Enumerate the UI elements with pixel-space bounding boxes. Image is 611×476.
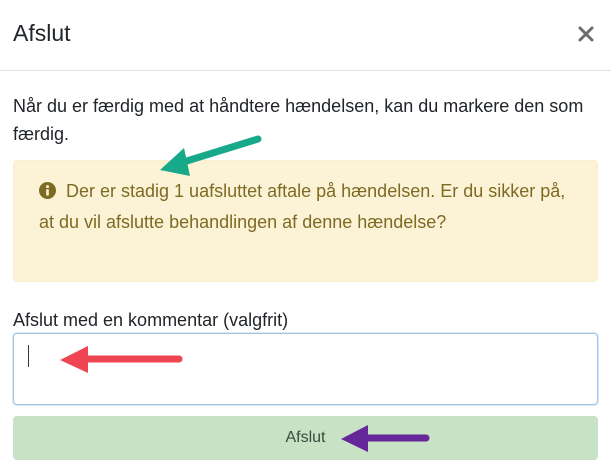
info-circle-icon <box>39 179 56 208</box>
close-icon <box>575 23 597 45</box>
text-cursor <box>28 345 29 367</box>
warning-alert: Der er stadig 1 uafsluttet aftale på hæn… <box>13 160 598 282</box>
alert-text: Der er stadig 1 uafsluttet aftale på hæn… <box>39 181 566 232</box>
comment-input[interactable] <box>13 333 598 405</box>
comment-label: Afslut med en kommentar (valgfrit) <box>13 310 289 330</box>
modal-title: Afslut <box>13 20 71 46</box>
submit-button[interactable]: Afslut <box>13 416 598 460</box>
intro-text: Når du er færdig med at håndtere hændels… <box>13 96 584 144</box>
modal-dialog: Afslut Når du er færdig med at håndtere … <box>0 0 611 476</box>
modal-header: Afslut <box>0 0 611 71</box>
close-button[interactable] <box>575 23 597 45</box>
